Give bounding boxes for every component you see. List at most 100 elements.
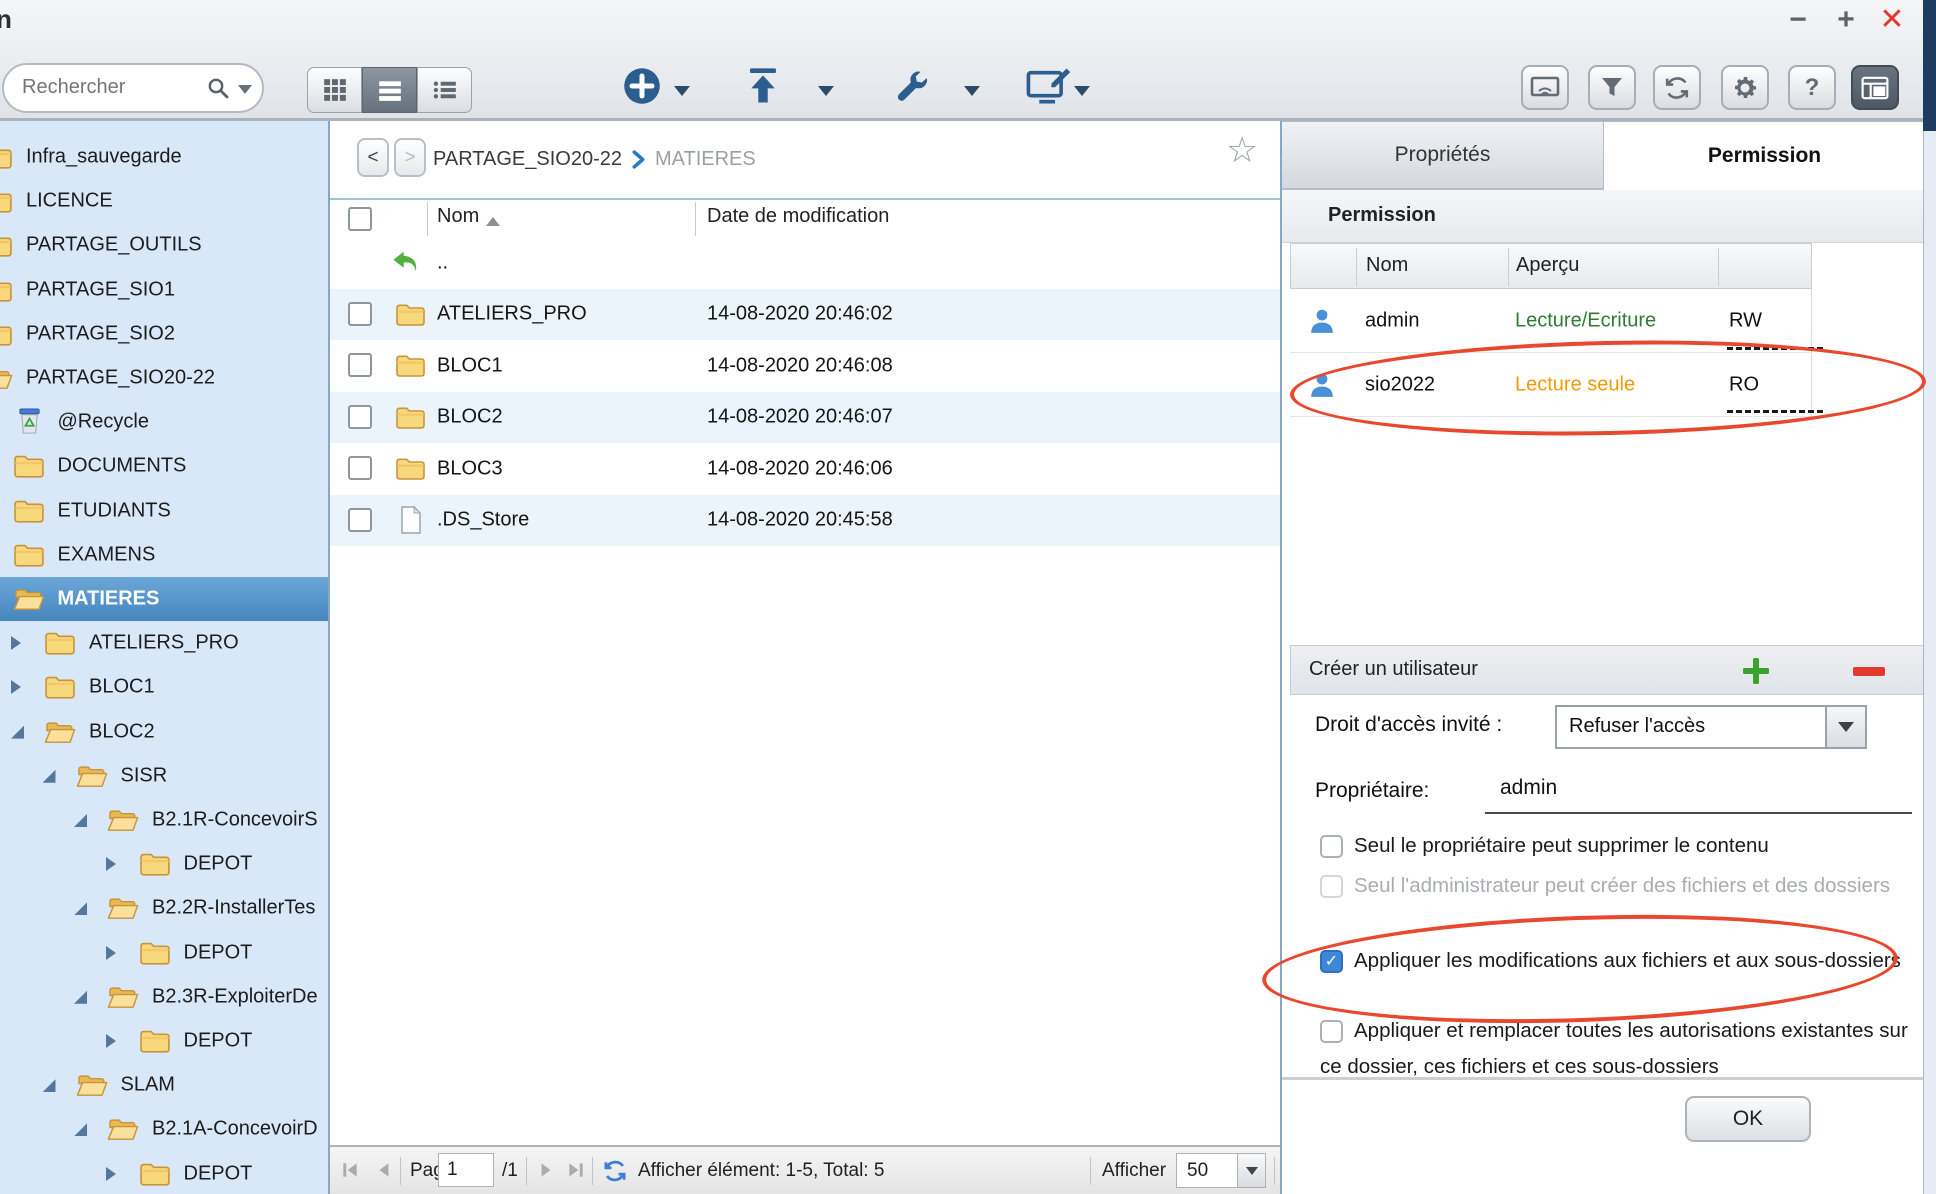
cast-icon[interactable]: [1521, 65, 1569, 110]
help-icon[interactable]: ?: [1788, 65, 1836, 110]
search-options-caret-icon[interactable]: [238, 85, 252, 94]
sidebar-item-b2-2r-installertes[interactable]: B2.2R-InstallerTes: [0, 886, 328, 930]
sidebar-item-slam[interactable]: SLAM: [0, 1063, 328, 1107]
tree-expanded-arrow-icon[interactable]: [74, 991, 87, 1004]
tree-collapsed-arrow-icon[interactable]: [106, 1034, 116, 1048]
maximize-button[interactable]: +: [1826, 2, 1866, 38]
perm-header-name[interactable]: Nom: [1366, 254, 1408, 277]
sidebar-item-depot[interactable]: DEPOT: [0, 842, 328, 886]
tools-wrench-icon[interactable]: [893, 68, 931, 111]
add-user-icon[interactable]: [1741, 656, 1771, 686]
remote-mount-caret-icon[interactable]: [1074, 86, 1090, 96]
column-header-name[interactable]: Nom: [437, 205, 479, 228]
first-page-icon[interactable]: [340, 1160, 360, 1180]
guest-access-caret-icon[interactable]: [1825, 707, 1865, 747]
row-checkbox[interactable]: [348, 302, 372, 326]
sidebar-item-licence[interactable]: LICENCE: [0, 179, 328, 223]
last-page-icon[interactable]: [566, 1160, 586, 1180]
sidebar-item-etudiants[interactable]: ETUDIANTS: [0, 489, 328, 533]
search-box[interactable]: [2, 63, 264, 113]
tab-permission[interactable]: Permission: [1604, 121, 1925, 190]
sidebar-item-bloc2[interactable]: BLOC2: [0, 710, 328, 754]
sidebar-item-recycle[interactable]: @Recycle: [0, 400, 328, 444]
row-checkbox[interactable]: [348, 353, 372, 377]
sidebar-item-b2-1a-concevoird[interactable]: B2.1A-ConcevoirD: [0, 1107, 328, 1151]
sidebar-item-depot[interactable]: DEPOT: [0, 1152, 328, 1194]
file-row-bloc2[interactable]: BLOC214-08-2020 20:46:07: [330, 392, 1280, 443]
view-grid-button[interactable]: [307, 67, 362, 113]
sidebar-item-sisr[interactable]: SISR: [0, 754, 328, 798]
tree-collapsed-arrow-icon[interactable]: [106, 857, 116, 871]
sidebar-item-ateliers-pro[interactable]: ATELIERS_PRO: [0, 621, 328, 665]
filter-icon[interactable]: [1588, 65, 1636, 110]
favorite-star-icon[interactable]: ☆: [1226, 129, 1258, 171]
remote-mount-icon[interactable]: [1026, 66, 1072, 111]
page-number-input[interactable]: [438, 1153, 494, 1187]
close-button[interactable]: ✕: [1872, 2, 1912, 38]
sidebar-item-b2-1r-concevoirs[interactable]: B2.1R-ConcevoirS: [0, 798, 328, 842]
guest-access-select[interactable]: Refuser l'accès: [1555, 705, 1867, 749]
tree-expanded-arrow-icon[interactable]: [11, 726, 24, 739]
settings-gear-icon[interactable]: [1721, 65, 1769, 110]
tree-collapsed-arrow-icon[interactable]: [11, 636, 21, 650]
sidebar-item-partage-sio20-22[interactable]: PARTAGE_SIO20-22: [0, 356, 328, 400]
tree-expanded-arrow-icon[interactable]: [43, 770, 56, 783]
page-size-select[interactable]: 50: [1176, 1153, 1266, 1188]
sidebar-item-partage-sio2[interactable]: PARTAGE_SIO2: [0, 312, 328, 356]
sidebar-item-documents[interactable]: DOCUMENTS: [0, 444, 328, 488]
perm-header-preview[interactable]: Aperçu: [1516, 254, 1579, 277]
forward-button[interactable]: >: [394, 138, 426, 177]
owner-value[interactable]: admin: [1500, 776, 1557, 800]
row-checkbox[interactable]: [348, 508, 372, 532]
file-row-ds-store[interactable]: .DS_Store14-08-2020 20:45:58: [330, 495, 1280, 546]
refresh-list-icon[interactable]: [602, 1158, 628, 1184]
file-row-ateliers-pro[interactable]: ATELIERS_PRO14-08-2020 20:46:02: [330, 289, 1280, 340]
tree-expanded-arrow-icon[interactable]: [74, 1123, 87, 1136]
sort-ascending-icon[interactable]: [486, 217, 500, 226]
sidebar-item-depot[interactable]: DEPOT: [0, 931, 328, 975]
refresh-icon[interactable]: [1653, 65, 1701, 110]
layout-panel-icon[interactable]: [1851, 65, 1899, 110]
remove-user-icon[interactable]: [1853, 667, 1885, 676]
new-caret-icon[interactable]: [674, 86, 690, 96]
file-row-bloc3[interactable]: BLOC314-08-2020 20:46:06: [330, 443, 1280, 494]
new-plus-icon[interactable]: [622, 66, 662, 111]
ok-button[interactable]: OK: [1685, 1096, 1811, 1142]
sidebar-item-examens[interactable]: EXAMENS: [0, 533, 328, 577]
tab-proprietes[interactable]: Propriétés: [1282, 121, 1604, 190]
search-input[interactable]: [20, 71, 202, 103]
permission-row-sio2022[interactable]: sio2022Lecture seuleRO: [1290, 353, 1812, 417]
permission-row-admin[interactable]: adminLecture/EcritureRW: [1290, 289, 1812, 353]
upload-caret-icon[interactable]: [818, 86, 834, 96]
view-list-button[interactable]: [362, 67, 417, 113]
sidebar-item-bloc1[interactable]: BLOC1: [0, 665, 328, 709]
sidebar-item-infra-sauvegarde[interactable]: Infra_sauvegarde: [0, 135, 328, 179]
tools-caret-icon[interactable]: [964, 86, 980, 96]
sidebar-item-b2-3r-exploiterde[interactable]: B2.3R-ExploiterDe: [0, 975, 328, 1019]
view-detail-button[interactable]: [417, 67, 472, 113]
sidebar-item-depot[interactable]: DEPOT: [0, 1019, 328, 1063]
previous-page-icon[interactable]: [374, 1160, 394, 1180]
row-checkbox[interactable]: [348, 456, 372, 480]
sidebar-item-matieres[interactable]: MATIERES: [0, 577, 328, 621]
scrollbar-track[interactable]: [1923, 131, 1936, 1194]
breadcrumb-segment[interactable]: PARTAGE_SIO20-22: [433, 148, 622, 171]
row-checkbox[interactable]: [348, 405, 372, 429]
tree-expanded-arrow-icon[interactable]: [74, 902, 87, 915]
upload-icon[interactable]: [744, 66, 782, 111]
magnifier-icon[interactable]: [206, 76, 230, 100]
file-row-parent[interactable]: ..: [330, 237, 1280, 288]
sidebar-item-partage-outils[interactable]: PARTAGE_OUTILS: [0, 223, 328, 267]
page-size-caret-icon[interactable]: [1237, 1154, 1265, 1187]
back-button[interactable]: <: [357, 138, 389, 177]
tree-collapsed-arrow-icon[interactable]: [106, 946, 116, 960]
file-row-bloc1[interactable]: BLOC114-08-2020 20:46:08: [330, 340, 1280, 391]
tree-collapsed-arrow-icon[interactable]: [106, 1167, 116, 1181]
tree-expanded-arrow-icon[interactable]: [43, 1079, 56, 1092]
minimize-button[interactable]: −: [1778, 2, 1818, 38]
tree-expanded-arrow-icon[interactable]: [74, 814, 87, 827]
sidebar-item-partage-sio1[interactable]: PARTAGE_SIO1: [0, 268, 328, 312]
select-all-checkbox[interactable]: [348, 207, 372, 231]
column-header-date[interactable]: Date de modification: [707, 205, 889, 228]
next-page-icon[interactable]: [536, 1160, 556, 1180]
